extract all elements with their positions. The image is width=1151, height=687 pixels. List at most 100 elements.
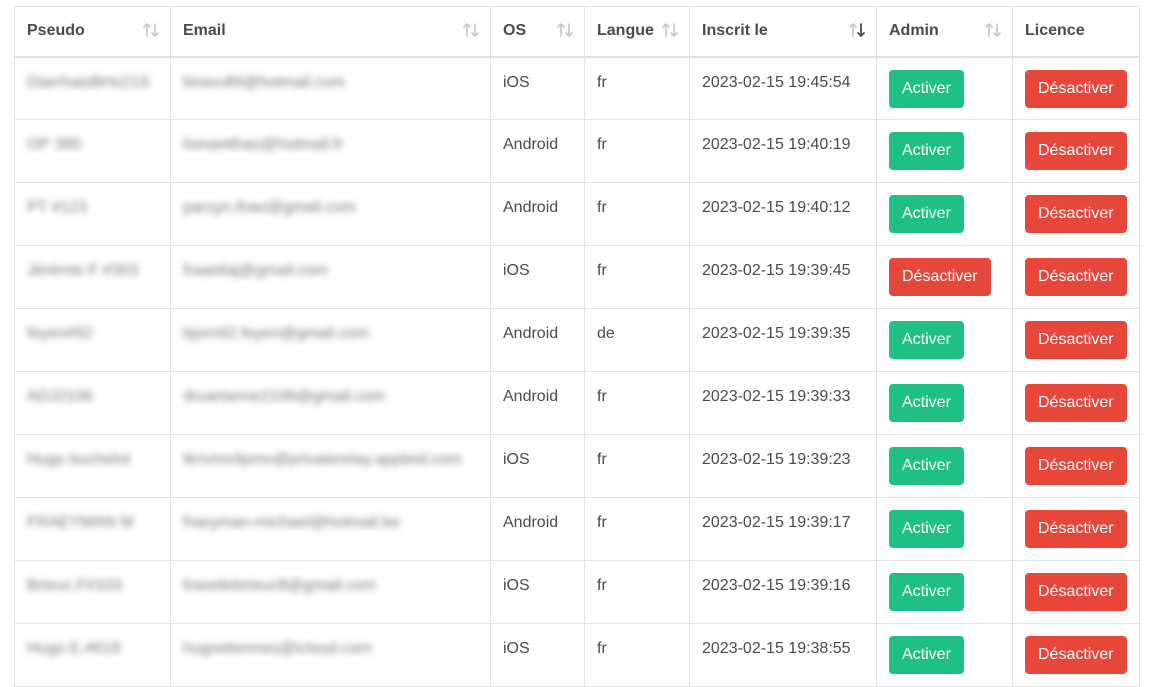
licence-toggle-button[interactable]: Désactiver [1025,132,1127,170]
column-header-os[interactable]: OS [490,6,585,58]
email-cell-text: tknvmx9pmv@privaterelay.appleid.com [183,451,462,468]
table-body: DiarrhaisBHs21S biravull9@hotmail.com iOS f… [14,56,1140,687]
registered-at-cell-text: 2023-02-15 19:39:16 [702,577,851,594]
licence-toggle-button[interactable]: Désactiver [1025,69,1127,108]
licence-toggle-button[interactable]: Désactiver [1025,510,1127,548]
pseudo-cell-text: PT #123 [27,199,88,216]
pseudo-cell: Hugo buchelot [14,434,171,498]
admin-cell: Activer [876,560,1013,624]
language-cell-text: fr [597,451,607,468]
language-cell-text: fr [597,73,607,91]
licence-cell: Désactiver [1012,56,1140,120]
pseudo-cell: Hugo E.#618 [14,623,171,687]
email-cell: tknvmx9pmv@privaterelay.appleid.com [170,434,491,498]
licence-cell: Désactiver [1012,182,1140,246]
column-header-label: Email [183,22,226,40]
registered-at-cell: 2023-02-15 19:39:35 [689,308,877,372]
admin-cell: Activer [876,371,1013,435]
column-header-email[interactable]: Email [170,6,491,58]
os-cell: iOS [490,560,585,624]
column-header-pseudo[interactable]: Pseudo [14,6,171,58]
licence-toggle-button[interactable]: Désactiver [1025,384,1127,422]
admin-toggle-button[interactable]: Activer [889,195,964,233]
os-cell: iOS [490,245,585,309]
admin-cell: Activer [876,497,1013,561]
table-row: Brieuc.F#103 fraseliebrieuc8@gmail.com iOS… [14,560,1140,624]
licence-toggle-button[interactable]: Désactiver [1025,636,1127,674]
email-cell: lionaetthao@hotmail.fr [170,119,491,183]
email-cell: druartanne2106@gmail.com [170,371,491,435]
os-cell-text: iOS [503,73,530,91]
registered-at-cell: 2023-02-15 19:39:45 [689,245,877,309]
column-header-admin[interactable]: Admin [876,6,1013,58]
sort-arrows-icon[interactable] [661,21,679,39]
os-cell: Android [490,119,585,183]
admin-toggle-button[interactable]: Désactiver [889,258,991,296]
email-cell: parsyn.thao@gmail.com [170,182,491,246]
admin-toggle-button[interactable]: Activer [889,69,964,108]
sort-arrows-icon[interactable] [462,21,480,39]
email-cell-text: lionaetthao@hotmail.fr [183,136,344,153]
language-cell: fr [584,623,690,687]
column-header-inscrit-le[interactable]: Inscrit le [689,6,877,58]
sort-arrows-icon[interactable] [142,21,160,39]
column-header-label: Pseudo [27,22,85,40]
email-cell: fraeyman-michael@hotmail.be [170,497,491,561]
email-cell: fraseliebrieuc8@gmail.com [170,560,491,624]
os-cell: Android [490,308,585,372]
email-cell-text: fraeyman-michael@hotmail.be [183,514,401,531]
sort-arrows-icon[interactable] [556,21,574,39]
registered-at-cell-text: 2023-02-15 19:38:55 [702,640,851,657]
email-cell: biravull9@hotmail.com [170,56,491,120]
table-header: Pseudo Email OS Langue Inscrit le Admin Licenc… [14,6,1140,58]
admin-toggle-button[interactable]: Activer [889,321,964,359]
licence-toggle-button[interactable]: Désactiver [1025,195,1127,233]
registered-at-cell-text: 2023-02-15 19:39:23 [702,451,851,468]
os-cell-text: iOS [503,640,530,657]
licence-cell: Désactiver [1012,560,1140,624]
licence-cell: Désactiver [1012,245,1140,309]
registered-at-cell-text: 2023-02-15 19:45:54 [702,73,851,91]
language-cell: fr [584,434,690,498]
pseudo-cell: Brieuc.F#103 [14,560,171,624]
language-cell-text: fr [597,388,607,405]
sort-arrows-icon[interactable] [984,21,1002,39]
language-cell-text: fr [597,577,607,594]
admin-toggle-button[interactable]: Activer [889,510,964,548]
email-cell-text: bjorn92.feyen@gmail.com [183,325,370,342]
language-cell-text: fr [597,262,607,279]
column-header-label: OS [503,22,527,40]
registered-at-cell-text: 2023-02-15 19:39:35 [702,325,851,342]
column-header-langue[interactable]: Langue [584,6,690,58]
os-cell-text: Android [503,514,559,531]
admin-toggle-button[interactable]: Activer [889,384,964,422]
email-cell-text: druartanne2106@gmail.com [183,388,386,405]
email-cell-text: biravull9@hotmail.com [183,73,346,91]
pseudo-cell-text: ADJ2106 [27,388,93,405]
admin-cell: Activer [876,308,1013,372]
pseudo-cell: OP 380 [14,119,171,183]
admin-toggle-button[interactable]: Activer [889,132,964,170]
licence-toggle-button[interactable]: Désactiver [1025,258,1127,296]
column-header-label: Admin [889,22,939,40]
registered-at-cell: 2023-02-15 19:40:12 [689,182,877,246]
table-row: PT #123 parsyn.thao@gmail.com Android fr 202… [14,182,1140,246]
registered-at-cell: 2023-02-15 19:39:33 [689,371,877,435]
admin-cell: Activer [876,56,1013,120]
os-cell: iOS [490,56,585,120]
licence-cell: Désactiver [1012,308,1140,372]
table-row: FRAEYMAN M fraeyman-michael@hotmail.be And… [14,497,1140,561]
licence-toggle-button[interactable]: Désactiver [1025,573,1127,611]
language-cell: fr [584,182,690,246]
os-cell-text: Android [503,388,559,405]
language-cell: fr [584,560,690,624]
admin-toggle-button[interactable]: Activer [889,573,964,611]
table-row: Hugo buchelot tknvmx9pmv@privaterelay.app… [14,434,1140,498]
column-header-label: Inscrit le [702,22,768,40]
admin-toggle-button[interactable]: Activer [889,636,964,674]
sort-desc-icon[interactable] [848,21,866,39]
os-cell: iOS [490,434,585,498]
admin-toggle-button[interactable]: Activer [889,447,964,485]
licence-toggle-button[interactable]: Désactiver [1025,321,1127,359]
licence-toggle-button[interactable]: Désactiver [1025,447,1127,485]
